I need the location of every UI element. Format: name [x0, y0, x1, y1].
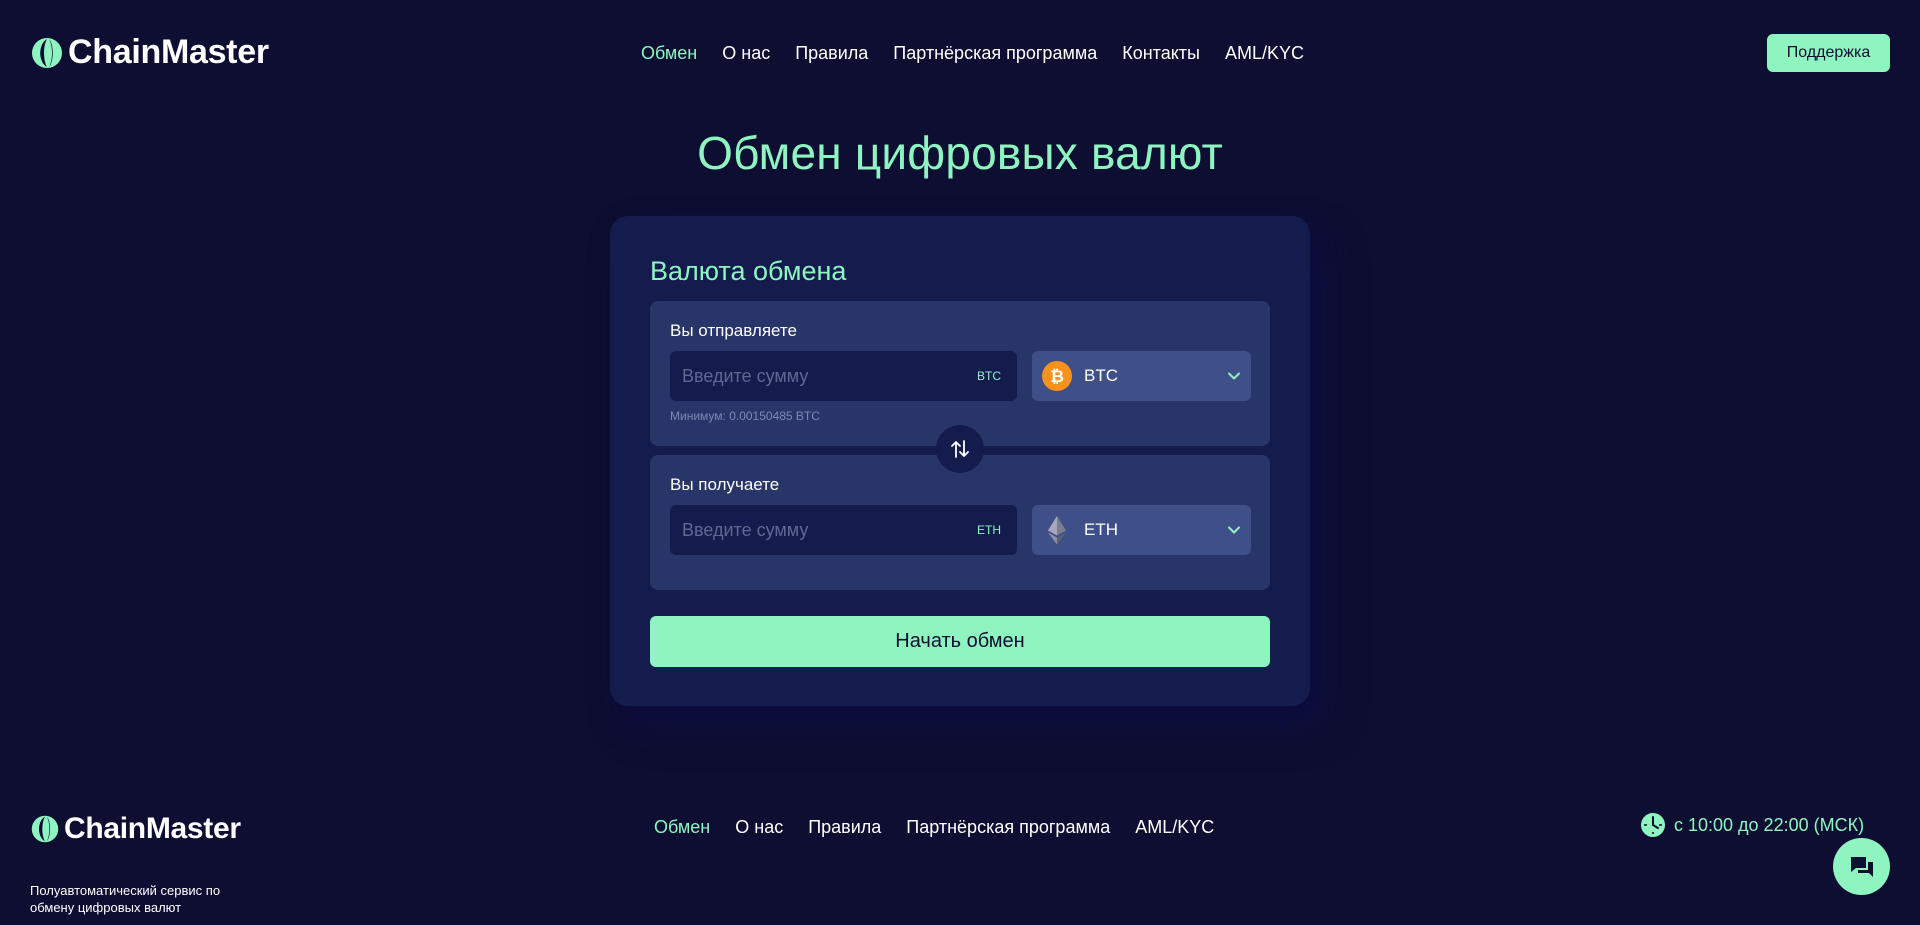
receive-label: Вы получаете — [670, 475, 780, 494]
swap-arrows-icon — [951, 440, 969, 458]
ethereum-icon — [1048, 516, 1066, 545]
send-currency-select[interactable]: ₿ BTC — [1032, 351, 1251, 401]
nav-item-exchange[interactable]: Обмен — [641, 43, 697, 64]
send-amount-input[interactable] — [670, 351, 960, 401]
chat-button[interactable] — [1833, 838, 1890, 895]
receive-amount-input[interactable] — [670, 505, 960, 555]
bitcoin-icon: ₿ — [1042, 361, 1072, 391]
footer-nav-item-aml-kyc[interactable]: AML/KYC — [1135, 817, 1214, 838]
svg-text:₿: ₿ — [1050, 367, 1064, 387]
nav-item-rules[interactable]: Правила — [795, 43, 868, 64]
receive-panel: Вы получаете ETH ETH — [650, 455, 1270, 590]
footer-nav-item-rules[interactable]: Правила — [808, 817, 881, 838]
send-amount-field: BTC — [670, 351, 1017, 401]
footer-logo[interactable]: ChainMaster — [30, 812, 241, 846]
logo-text: ChainMaster — [68, 33, 269, 71]
receive-amount-unit: ETH — [977, 523, 1001, 537]
send-amount-unit: BTC — [977, 369, 1001, 383]
footer-nav-item-about[interactable]: О нас — [735, 817, 783, 838]
logo[interactable]: ChainMaster — [30, 33, 269, 72]
logo-mark-icon — [32, 37, 62, 68]
chevron-down-icon — [1228, 372, 1240, 380]
send-currency-name: BTC — [1084, 366, 1118, 385]
page-title: Обмен цифровых валют — [697, 127, 1223, 179]
working-hours-text: с 10:00 до 22:00 (МСК) — [1674, 814, 1865, 835]
header-nav: Обмен О нас Правила Партнёрская программ… — [641, 43, 1304, 64]
send-minimum-note: Минимум: 0.00150485 BTC — [670, 409, 820, 423]
chat-icon — [1850, 856, 1873, 877]
clock-icon — [1641, 813, 1665, 837]
support-button[interactable]: Поддержка — [1767, 34, 1890, 72]
footer-tagline: Полуавтоматический сервис по обмену цифр… — [30, 883, 221, 915]
exchange-card: Валюта обмена Вы отправляете BTC Минимум… — [610, 216, 1310, 706]
receive-currency-name: ETH — [1084, 520, 1118, 539]
chevron-down-icon — [1228, 526, 1240, 534]
start-exchange-button[interactable]: Начать обмен — [650, 616, 1270, 667]
nav-item-aml-kyc[interactable]: AML/KYC — [1225, 43, 1304, 64]
receive-currency-select[interactable]: ETH — [1032, 505, 1251, 555]
footer-nav-item-partner-program[interactable]: Партнёрская программа — [906, 817, 1110, 838]
nav-item-about[interactable]: О нас — [722, 43, 770, 64]
receive-amount-field: ETH — [670, 505, 1017, 555]
footer-logo-text: ChainMaster — [64, 812, 241, 845]
header: ChainMaster Обмен О нас Правила Партнёрс… — [0, 0, 1920, 105]
nav-item-contacts[interactable]: Контакты — [1122, 43, 1200, 64]
send-label: Вы отправляете — [670, 321, 797, 340]
footer-nav: Обмен О нас Правила Партнёрская программ… — [654, 817, 1214, 838]
nav-item-partner-program[interactable]: Партнёрская программа — [893, 43, 1097, 64]
footer-nav-item-exchange[interactable]: Обмен — [654, 817, 710, 838]
logo-mark-icon — [31, 815, 59, 843]
working-hours: с 10:00 до 22:00 (МСК) — [1640, 812, 1864, 838]
swap-currencies-button[interactable] — [936, 425, 984, 473]
exchange-card-title: Валюта обмена — [650, 256, 847, 286]
